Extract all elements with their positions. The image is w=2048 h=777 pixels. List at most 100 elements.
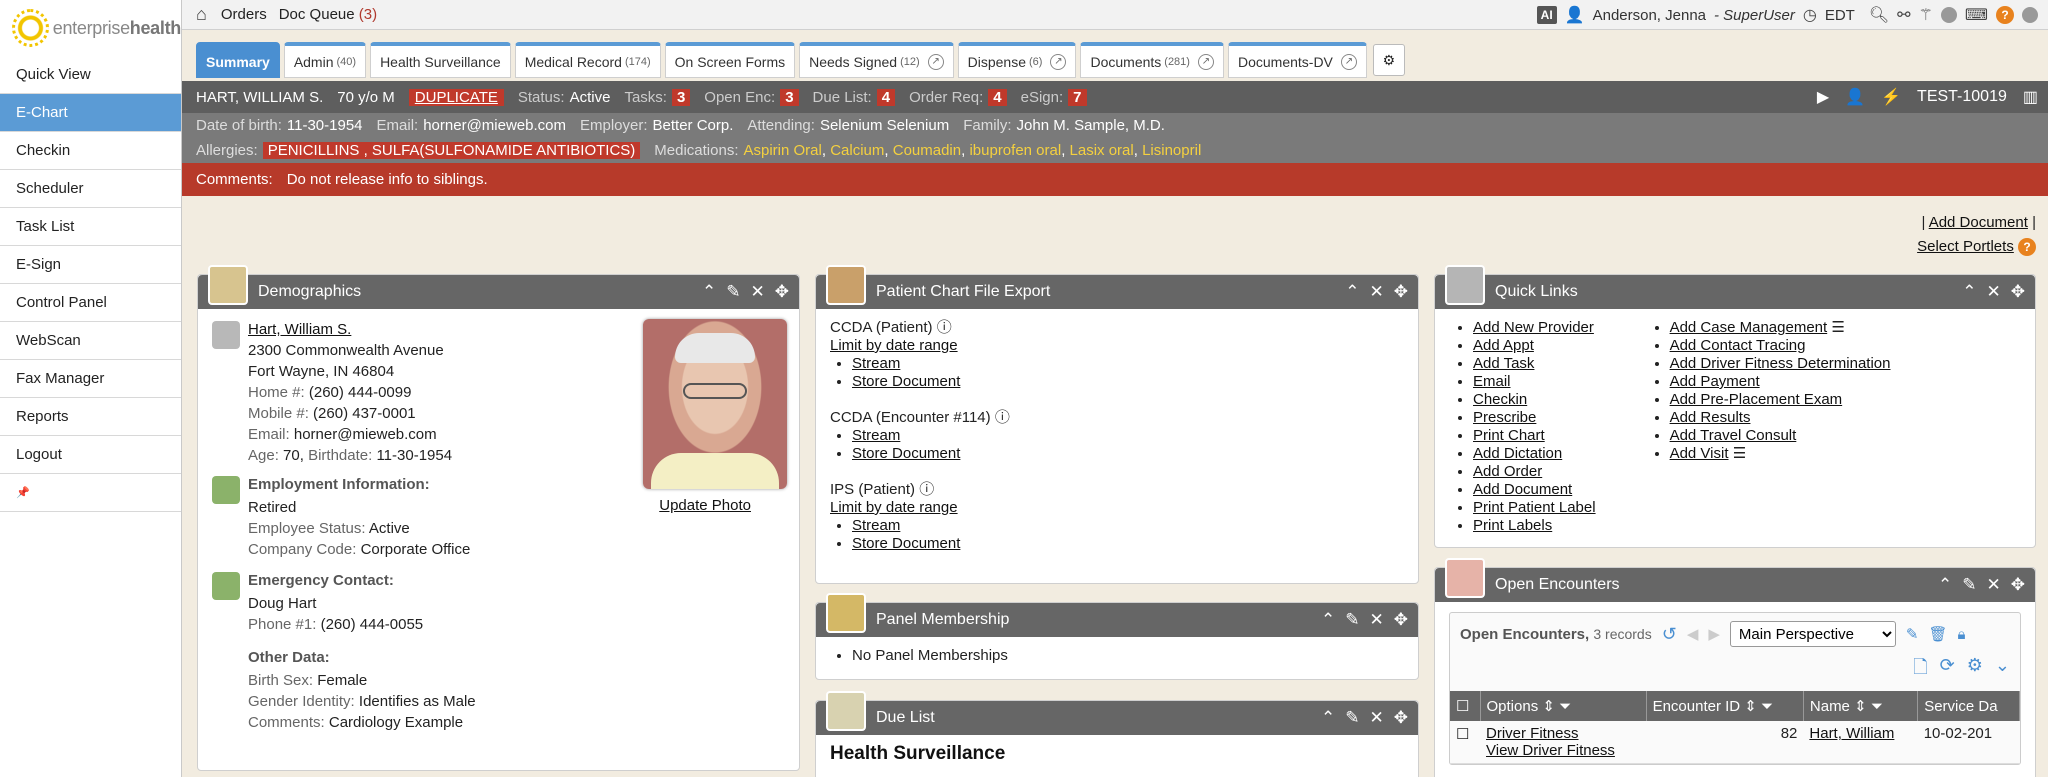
quick-link[interactable]: Checkin <box>1473 391 1527 408</box>
move-icon[interactable]: ✥ <box>1394 708 1408 728</box>
select-all-checkbox[interactable]: ☐ <box>1450 691 1481 721</box>
sidebar-item-quick-view[interactable]: Quick View <box>0 56 181 94</box>
orders-link[interactable]: Orders <box>221 6 267 23</box>
status-indicator-icon[interactable] <box>2022 7 2038 23</box>
sort-icon[interactable]: ⇕ <box>1542 698 1555 715</box>
collapse-icon[interactable]: ⌃ <box>1345 282 1359 302</box>
quick-link[interactable]: Add Pre-Placement Exam <box>1670 391 1843 408</box>
quick-link[interactable]: Add Payment <box>1670 373 1760 390</box>
sidebar-item-logout[interactable]: Logout <box>0 436 181 474</box>
tasks-badge[interactable]: 3 <box>671 88 691 106</box>
filter-icon[interactable]: ⏷ <box>1871 698 1883 715</box>
pin-icon[interactable]: 📌 <box>0 474 181 512</box>
open-enc-badge[interactable]: 3 <box>780 88 799 106</box>
quick-link[interactable]: Print Patient Label <box>1473 499 1596 516</box>
move-icon[interactable]: ✥ <box>2011 575 2025 595</box>
new-document-icon[interactable]: 🗋 <box>1913 655 1927 685</box>
sidebar-item-checkin[interactable]: Checkin <box>0 132 181 170</box>
store-document-link[interactable]: Store Document <box>852 535 960 552</box>
quick-link[interactable]: Email <box>1473 373 1511 390</box>
tab-admin[interactable]: Admin (40) <box>283 42 367 78</box>
column-header[interactable]: Name ⇕ ⏷ <box>1803 691 1919 721</box>
quick-link[interactable]: Add Task <box>1473 355 1534 372</box>
filter-icon[interactable]: ⏷ <box>1761 698 1773 715</box>
quick-link[interactable]: Add New Provider <box>1473 319 1594 336</box>
collapse-icon[interactable]: ⌃ <box>1321 708 1335 728</box>
help-icon[interactable]: ? <box>2018 238 2036 256</box>
video-icon[interactable]: ▶ <box>1817 87 1829 107</box>
tab-on-screen-forms[interactable]: On Screen Forms <box>664 42 796 78</box>
globe-icon[interactable] <box>1940 7 1957 23</box>
patient-name-link[interactable]: Hart, William <box>1809 725 1894 742</box>
sidebar-item-reports[interactable]: Reports <box>0 398 181 436</box>
patient-name-link[interactable]: Hart, William S. <box>248 321 351 338</box>
timezone[interactable]: EDT <box>1825 7 1855 24</box>
tab-dispense[interactable]: Dispense (6) ↗ <box>957 42 1077 78</box>
open-arrow-icon[interactable]: ↗ <box>1197 53 1214 70</box>
select-portlets-link[interactable]: Select Portlets <box>1917 238 2014 255</box>
tab-needs-signed[interactable]: Needs Signed (12) ↗ <box>799 42 954 78</box>
prev-icon[interactable]: ◀ <box>1687 625 1699 643</box>
settings-icon[interactable]: ⚙ <box>1967 655 1983 685</box>
sort-icon[interactable]: ⇕ <box>1854 698 1867 715</box>
column-header[interactable]: Options ⇕ ⏷ <box>1480 691 1647 721</box>
limit-date-range-link[interactable]: Limit by date range <box>830 337 958 354</box>
quick-link[interactable]: Add Appt <box>1473 337 1534 354</box>
quick-link[interactable]: Print Chart <box>1473 427 1545 444</box>
move-icon[interactable]: ✥ <box>2011 282 2025 302</box>
tab-documents[interactable]: Documents (281) ↗ <box>1080 42 1224 78</box>
store-document-link[interactable]: Store Document <box>852 445 960 462</box>
chevron-down-icon[interactable]: ⌄ <box>1995 655 2010 685</box>
quick-link[interactable]: Print Labels <box>1473 517 1552 534</box>
user-name[interactable]: Anderson, Jenna <box>1593 7 1706 24</box>
sidebar-item-webscan[interactable]: WebScan <box>0 322 181 360</box>
trash-icon[interactable]: 🗑︎ <box>1928 625 1947 643</box>
due-list-badge[interactable]: 4 <box>876 88 896 106</box>
list-icon[interactable]: ☰ <box>1733 445 1746 462</box>
help-circle-icon[interactable]: ⓘ <box>995 409 1010 426</box>
quick-link[interactable]: Add Dictation <box>1473 445 1562 462</box>
edit-icon[interactable]: ✎ <box>726 282 740 302</box>
next-icon[interactable]: ▶ <box>1708 625 1720 643</box>
table-row[interactable]: ☐ Driver Fitness View Driver Fitness 82 H… <box>1450 721 2020 764</box>
move-icon[interactable]: ✥ <box>1394 282 1408 302</box>
collapse-icon[interactable]: ⌃ <box>1938 575 1952 595</box>
collapse-icon[interactable]: ⌃ <box>702 282 716 302</box>
list-icon[interactable]: ☰ <box>1831 319 1844 336</box>
search-icon[interactable]: 🔍︎ <box>1869 5 1889 25</box>
link-icon[interactable]: ⚯ <box>1897 5 1910 25</box>
tab-summary[interactable]: Summary <box>196 42 280 78</box>
ai-icon[interactable]: AI <box>1536 6 1557 24</box>
keyboard-icon[interactable]: ⌨ <box>1965 5 1988 25</box>
close-icon[interactable]: ✕ <box>1987 575 2001 595</box>
store-document-link[interactable]: Store Document <box>852 373 960 390</box>
row-checkbox[interactable]: ☐ <box>1456 726 1469 743</box>
tab-settings-gear-icon[interactable]: ⚙ <box>1372 44 1405 76</box>
medication-item[interactable]: Coumadin <box>893 142 961 159</box>
stream-link[interactable]: Stream <box>852 427 900 444</box>
enterprise-health-logo[interactable]: enterprisehealth <box>0 0 181 56</box>
quick-link[interactable]: Add Order <box>1473 463 1542 480</box>
add-user-icon[interactable]: 👤 <box>1845 87 1865 107</box>
bar-chart-icon[interactable]: ▥ <box>2023 87 2038 107</box>
lock-icon[interactable]: 🔒︎ <box>1958 626 1966 643</box>
collapse-icon[interactable]: ⌃ <box>1962 282 1976 302</box>
sidebar-item-scheduler[interactable]: Scheduler <box>0 170 181 208</box>
sidebar-item-e-sign[interactable]: E-Sign <box>0 246 181 284</box>
close-icon[interactable]: ✕ <box>751 282 765 302</box>
close-icon[interactable]: ✕ <box>1370 610 1384 630</box>
medication-item[interactable]: Calcium <box>830 142 884 159</box>
perspective-select[interactable]: Main Perspective <box>1729 621 1896 647</box>
close-icon[interactable]: ✕ <box>1987 282 2001 302</box>
edit-icon[interactable]: ✎ <box>1962 575 1976 595</box>
quick-link[interactable]: Add Contact Tracing <box>1670 337 1806 354</box>
column-header[interactable]: Service Da <box>1917 691 2020 721</box>
edit-icon[interactable]: ✎ <box>1906 625 1919 643</box>
quick-link[interactable]: Add Visit <box>1670 445 1729 462</box>
lightning-icon[interactable]: ⚡ <box>1881 87 1901 107</box>
medication-item[interactable]: Lasix oral <box>1070 142 1134 159</box>
undo-icon[interactable]: ↺ <box>1662 624 1677 645</box>
esign-badge[interactable]: 7 <box>1068 88 1087 106</box>
close-icon[interactable]: ✕ <box>1370 282 1384 302</box>
magic-wand-icon[interactable]: ⚚ <box>1919 5 1933 25</box>
